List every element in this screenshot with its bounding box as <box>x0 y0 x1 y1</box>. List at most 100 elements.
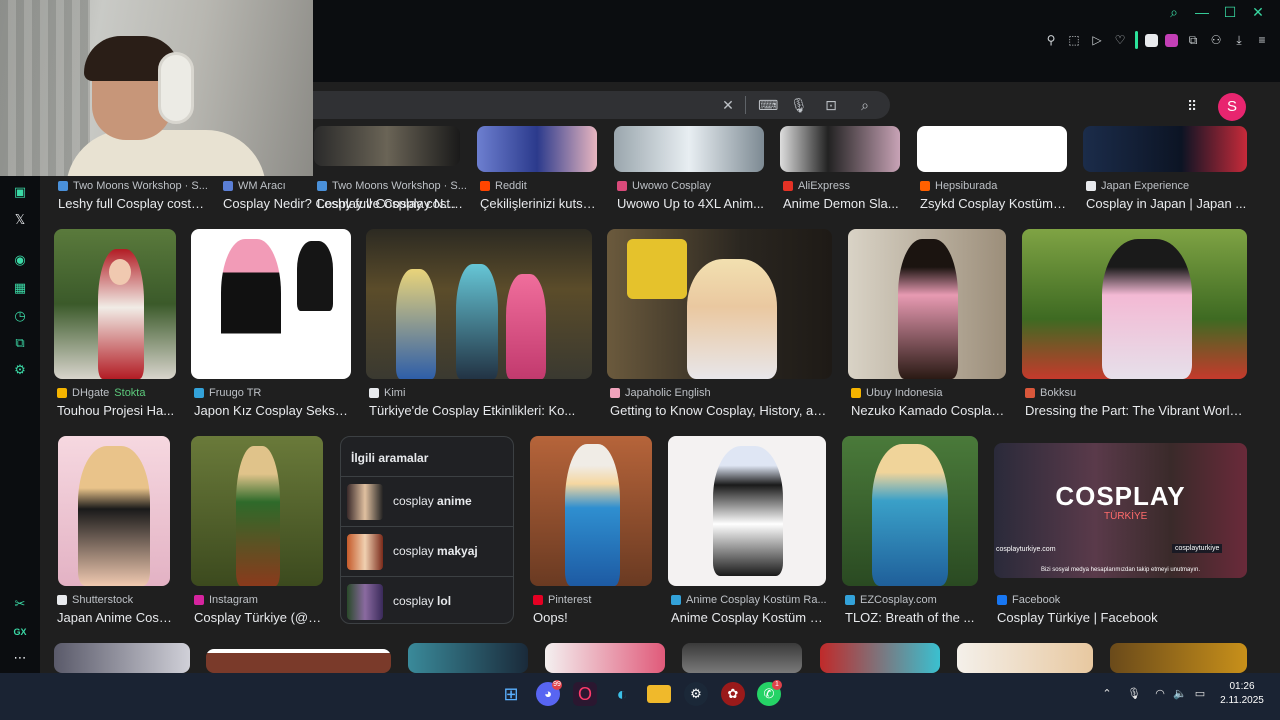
opera-gx-icon[interactable]: O <box>573 682 597 706</box>
chevron-up-icon[interactable]: ⌃ <box>1100 687 1114 701</box>
scissors-icon[interactable]: ✂ <box>12 596 28 612</box>
play-icon[interactable]: ▷ <box>1089 32 1105 48</box>
result-thumbnail[interactable] <box>58 436 170 586</box>
minimize-icon[interactable]: — <box>1194 4 1210 20</box>
avatar[interactable]: S <box>1218 93 1246 121</box>
banner-site: cosplayturkiye.com <box>996 546 1056 553</box>
battery-icon[interactable]: ▭ <box>1193 687 1207 701</box>
favicon-icon <box>57 388 67 398</box>
puzzle-icon[interactable]: ⧉ <box>1185 32 1201 48</box>
result-title[interactable]: Japan Anime Cosp... <box>57 610 175 625</box>
favicon-icon <box>845 595 855 605</box>
related-item[interactable]: cosplay anime <box>341 476 513 526</box>
result-thumbnail[interactable] <box>191 229 351 379</box>
maximize-icon[interactable]: ☐ <box>1222 4 1238 20</box>
result-thumbnail[interactable] <box>607 229 832 379</box>
result-thumbnail[interactable] <box>206 649 391 673</box>
puzzle-icon[interactable]: ⧉ <box>12 335 28 351</box>
heart-icon[interactable]: ♡ <box>1112 32 1128 48</box>
result-thumbnail[interactable] <box>54 643 190 673</box>
result-thumbnail[interactable] <box>530 436 652 586</box>
result-thumbnail[interactable] <box>848 229 1006 379</box>
result-title[interactable]: Touhou Projesi Ha... <box>57 403 179 418</box>
result-title[interactable]: Anime Demon Sla... <box>783 196 903 211</box>
result-thumbnail[interactable] <box>668 436 826 586</box>
volume-icon[interactable]: 🔈 <box>1173 687 1187 701</box>
result-thumbnail[interactable] <box>191 436 323 586</box>
favicon-icon <box>369 388 379 398</box>
settings-icon[interactable]: ⚙ <box>12 362 28 378</box>
result-title[interactable]: Cosplay Nedir? Cosplay ve Cosplay Nası..… <box>223 196 463 211</box>
result-thumbnail[interactable] <box>682 643 802 673</box>
result-title[interactable]: Cosplay in Japan | Japan ... <box>1086 196 1250 211</box>
result-thumbnail[interactable] <box>314 126 460 166</box>
result-title[interactable]: Çekilişlerinizi kutsa... <box>480 196 600 211</box>
result-thumbnail[interactable] <box>477 126 597 172</box>
result-thumbnail[interactable] <box>366 229 592 379</box>
result-title[interactable]: Nezuko Kamado Cosplay ... <box>851 403 1009 418</box>
result-thumbnail[interactable]: COSPLAY TÜRKİYE cosplayturkiye.com cospl… <box>994 443 1247 578</box>
result-thumbnail[interactable] <box>1083 126 1247 172</box>
keyboard-icon[interactable]: ⌨ <box>758 97 778 113</box>
more-icon[interactable]: ⋯ <box>12 650 28 666</box>
result-title[interactable]: Getting to Know Cosplay, History, and ..… <box>610 403 830 418</box>
gx-icon[interactable]: GX <box>12 624 28 640</box>
result-thumbnail[interactable] <box>408 643 528 673</box>
search-icon[interactable]: ⌕ <box>857 97 873 113</box>
music-icon[interactable]: ◉ <box>12 252 28 268</box>
grid-icon[interactable]: ▦ <box>12 280 28 296</box>
apps-icon[interactable]: ⠿ <box>1187 98 1203 114</box>
menu-icon[interactable]: ≡ <box>1254 32 1270 48</box>
result-thumbnail[interactable] <box>842 436 978 586</box>
result-title[interactable]: Türkiye'de Cosplay Etkinlikleri: Ko... <box>369 403 595 418</box>
account-icon[interactable]: ⚇ <box>1208 32 1224 48</box>
result-thumbnail[interactable] <box>820 643 940 673</box>
result-title[interactable]: Cosplay Türkiye (@c... <box>194 610 324 625</box>
close-icon[interactable]: ✕ <box>1250 4 1266 20</box>
search-icon[interactable]: ⌕ <box>1166 4 1182 20</box>
result-title[interactable]: Japon Kız Cosplay Seksi ... <box>194 403 348 418</box>
edge-icon[interactable]: ◐ <box>610 682 634 706</box>
related-searches: İlgili aramalar cosplay anime cosplay ma… <box>340 436 514 624</box>
result-title[interactable]: Anime Cosplay Kostüm R... <box>671 610 827 625</box>
microphone-icon[interactable]: 🎙 <box>790 97 808 113</box>
result-title[interactable]: Dressing the Part: The Vibrant World ... <box>1025 403 1245 418</box>
clock-icon[interactable]: ◷ <box>12 308 28 324</box>
result-title[interactable]: Uwowo Up to 4XL Anim... <box>617 196 767 211</box>
result-thumbnail[interactable] <box>54 229 176 379</box>
result-title[interactable]: TLOZ: Breath of the ... <box>845 610 977 625</box>
pin-icon[interactable]: ⚲ <box>1043 32 1059 48</box>
x-icon[interactable]: 𝕏 <box>12 212 28 228</box>
twitch-icon[interactable]: ▣ <box>12 184 28 200</box>
wifi-icon[interactable]: ◠ <box>1153 687 1167 701</box>
system-clock[interactable]: 01:26 2.11.2025 <box>1214 680 1270 708</box>
screenshot-icon[interactable]: ⬚ <box>1066 32 1082 48</box>
result-thumbnail[interactable] <box>957 643 1093 673</box>
related-item[interactable]: cosplay lol <box>341 576 513 626</box>
banner-tagline: Bizi sosyal medya hesaplarımızdan takip … <box>1040 567 1201 573</box>
result-thumbnail[interactable] <box>1022 229 1247 379</box>
result-title[interactable]: Cosplay Türkiye | Facebook <box>997 610 1247 625</box>
result-thumbnail[interactable] <box>1110 643 1247 673</box>
related-item[interactable]: cosplay makyaj <box>341 526 513 576</box>
result-thumbnail[interactable] <box>545 643 665 673</box>
file-explorer-icon[interactable] <box>647 685 671 703</box>
clear-icon[interactable]: ✕ <box>720 97 736 113</box>
result-thumbnail[interactable] <box>917 126 1067 172</box>
result-thumbnail[interactable] <box>780 126 900 172</box>
extension-icon[interactable] <box>1165 33 1178 47</box>
download-icon[interactable]: ⤓ <box>1231 32 1247 48</box>
windows-start-icon[interactable]: ⊞ <box>499 682 523 706</box>
result-title[interactable]: Oops! <box>533 610 653 625</box>
microphone-icon[interactable]: 🎙 <box>1127 687 1141 701</box>
result-thumbnail[interactable] <box>614 126 764 172</box>
result-source: Two Moons Workshop · S... <box>332 180 467 192</box>
app-icon[interactable]: ✿ <box>721 682 745 706</box>
result-title[interactable]: Zsykd Cosplay Kostüm ... <box>920 196 1066 211</box>
extension-icon[interactable] <box>1145 33 1158 47</box>
related-thumbnail <box>347 534 383 570</box>
result-title[interactable]: Leshy full Cosplay costu... <box>58 196 208 211</box>
steam-icon[interactable]: ⚙ <box>684 682 708 706</box>
clock-date: 2.11.2025 <box>1220 695 1264 706</box>
lens-icon[interactable]: ⊡ <box>823 97 839 113</box>
